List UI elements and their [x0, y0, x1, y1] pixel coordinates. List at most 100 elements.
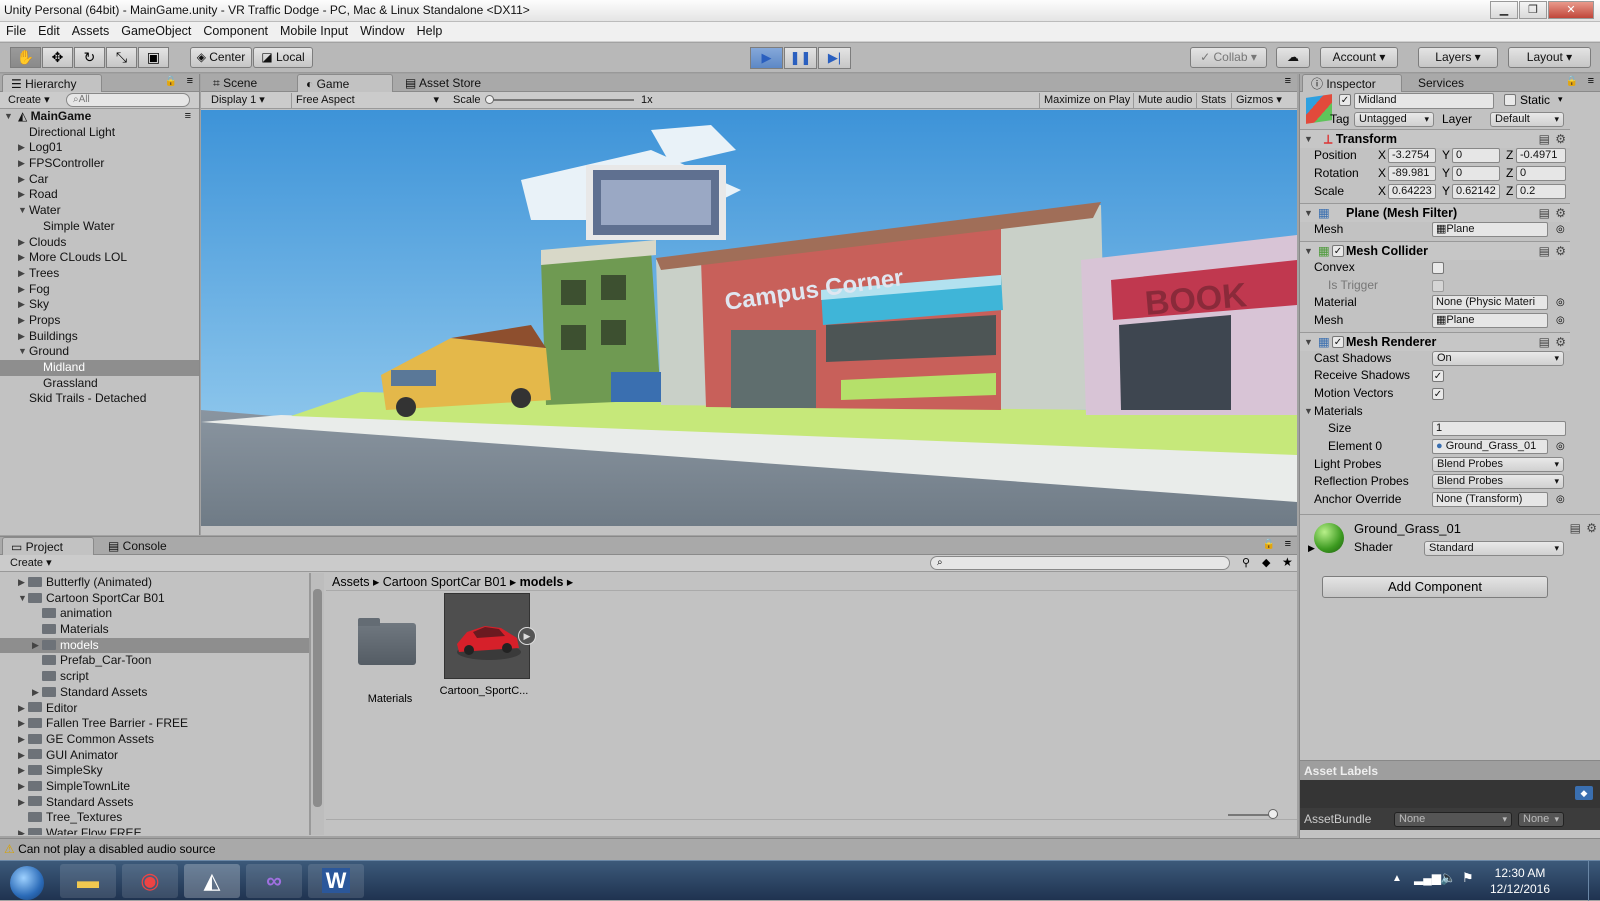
stats-toggle[interactable]: Stats — [1196, 93, 1230, 108]
panel-menu-icon[interactable]: ≡ — [1588, 75, 1594, 87]
hierarchy-item[interactable]: Midland — [0, 360, 199, 376]
menu-assets[interactable]: Assets — [66, 22, 116, 41]
expand-right-icon[interactable]: ▶ — [18, 313, 28, 329]
asset-bundle-dropdown[interactable]: None — [1394, 812, 1512, 827]
mute-audio-toggle[interactable]: Mute audio — [1133, 93, 1196, 108]
pivot-center-toggle[interactable]: ◈ Center — [190, 47, 252, 68]
project-folder-item[interactable]: ▶ Fallen Tree Barrier - FREE — [0, 716, 309, 732]
project-folder-item[interactable]: ▶ Editor — [0, 701, 309, 717]
clock[interactable]: 12:30 AM 12/12/2016 — [1480, 865, 1560, 897]
object-picker-icon[interactable]: ◎ — [1556, 438, 1565, 456]
active-checkbox[interactable]: ✓ — [1339, 94, 1351, 106]
hierarchy-item[interactable]: ▶ Sky — [0, 297, 199, 313]
show-desktop-button[interactable] — [1588, 861, 1600, 901]
rotation-y-field[interactable]: 0 — [1452, 166, 1500, 181]
rotate-tool-icon[interactable]: ↻ — [74, 47, 105, 68]
project-folder-item[interactable]: ▶ Standard Assets — [0, 795, 309, 811]
mesh-field[interactable]: ▦Plane — [1432, 222, 1548, 237]
asset-labels-header[interactable]: Asset Labels — [1300, 760, 1600, 780]
cloud-button[interactable]: ☁ — [1276, 47, 1310, 68]
layout-dropdown[interactable]: Layout ▾ — [1508, 47, 1591, 68]
close-button[interactable]: ✕ — [1548, 1, 1594, 19]
expand-down-icon[interactable]: ▼ — [18, 344, 28, 360]
expand-right-icon[interactable]: ▶ — [18, 266, 28, 282]
chrome-taskbar-button[interactable]: ◉ — [122, 864, 178, 898]
reflection-probes-dropdown[interactable]: Blend Probes — [1432, 474, 1564, 489]
project-search-input[interactable]: ⌕ — [930, 556, 1230, 570]
action-center-icon[interactable]: ⚑ — [1462, 870, 1474, 886]
expand-right-icon[interactable]: ▶ — [18, 250, 28, 266]
collab-dropdown[interactable]: ✓ Collab ▾ — [1190, 47, 1267, 68]
expand-right-icon[interactable]: ▶ — [18, 172, 28, 188]
project-folder-item[interactable]: ▶ GUI Animator — [0, 748, 309, 764]
expand-right-icon[interactable]: ▶ — [18, 826, 28, 835]
layer-dropdown[interactable]: Default — [1490, 112, 1564, 127]
visual-studio-taskbar-button[interactable]: ∞ — [246, 864, 302, 898]
gear-icon[interactable]: ⚙ — [1586, 521, 1597, 535]
breadcrumb-models[interactable]: models — [520, 575, 564, 589]
maximize-on-play-toggle[interactable]: Maximize on Play — [1039, 93, 1134, 108]
help-icon[interactable]: ▤ — [1570, 521, 1581, 535]
expand-down-icon[interactable]: ▼ — [18, 203, 28, 219]
tab-asset-store[interactable]: ▤ Asset Store — [397, 74, 507, 92]
expand-play-icon[interactable]: ▶ — [518, 627, 536, 645]
expand-right-icon[interactable]: ▶ — [18, 575, 28, 591]
collider-mesh-field[interactable]: ▦Plane — [1432, 313, 1548, 328]
position-y-field[interactable]: 0 — [1452, 148, 1500, 163]
restore-button[interactable]: ❐ — [1519, 1, 1547, 19]
rect-tool-icon[interactable]: ▣ — [138, 47, 169, 68]
project-folder-item[interactable]: ▶ SimpleTownLite — [0, 779, 309, 795]
add-component-button[interactable]: Add Component — [1322, 576, 1548, 598]
hierarchy-item[interactable]: ▶ Buildings — [0, 329, 199, 345]
asset-item-materials[interactable]: Materials — [352, 601, 436, 711]
expand-right-icon[interactable]: ▶ — [18, 140, 28, 156]
play-button[interactable]: ▶ — [750, 47, 783, 69]
display-dropdown[interactable]: Display 1 ▾ — [207, 93, 287, 108]
project-folder-item[interactable]: ▼ Cartoon SportCar B01 — [0, 591, 309, 607]
hierarchy-item[interactable]: Skid Trails - Detached — [0, 391, 199, 407]
label-tag-icon[interactable]: ◆ — [1575, 786, 1593, 800]
hierarchy-item[interactable]: ▼ Water — [0, 203, 199, 219]
hierarchy-item[interactable]: ▶ FPSController — [0, 156, 199, 172]
tab-services[interactable]: Services — [1410, 74, 1500, 92]
scale-x-field[interactable]: 0.64223 — [1388, 184, 1436, 199]
asset-item-cartoon-sportcar[interactable]: ▶ Cartoon_SportC... — [440, 593, 540, 703]
mesh-renderer-enabled-checkbox[interactable]: ✓ — [1332, 336, 1344, 348]
scale-z-field[interactable]: 0.2 — [1516, 184, 1566, 199]
hierarchy-item[interactable]: ▶ Trees — [0, 266, 199, 282]
hierarchy-create-button[interactable]: Create ▾ — [4, 93, 54, 108]
cast-shadows-dropdown[interactable]: On — [1432, 351, 1564, 366]
scene-menu-icon[interactable]: ≡ — [185, 109, 191, 125]
start-button[interactable] — [0, 864, 54, 900]
project-create-button[interactable]: Create ▾ — [6, 556, 56, 571]
panel-menu-icon[interactable]: ≡ — [1285, 75, 1291, 87]
light-probes-dropdown[interactable]: Blend Probes — [1432, 457, 1564, 472]
materials-size-field[interactable]: 1 — [1432, 421, 1566, 436]
expand-right-icon[interactable]: ▶ — [18, 282, 28, 298]
menu-help[interactable]: Help — [411, 22, 449, 41]
asset-bundle-variant-dropdown[interactable]: None — [1518, 812, 1564, 827]
expand-right-icon[interactable]: ▶ — [18, 187, 28, 203]
expand-right-icon[interactable]: ▶ — [1308, 543, 1315, 554]
hierarchy-item[interactable]: ▼ Ground — [0, 344, 199, 360]
expand-down-icon[interactable]: ▼ — [18, 591, 28, 607]
breadcrumb-assets[interactable]: Assets — [332, 575, 370, 589]
tab-game[interactable]: ◐ Game — [297, 74, 393, 92]
project-folder-item[interactable]: Materials — [0, 622, 309, 638]
mesh-renderer-header[interactable]: ▼ ▦ ✓ Mesh Renderer ▤ ⚙ — [1300, 332, 1570, 351]
project-folder-item[interactable]: ▶ Standard Assets — [0, 685, 309, 701]
tab-inspector[interactable]: ⓘ Inspector — [1302, 74, 1402, 92]
network-icon[interactable]: ▂▄▆ — [1414, 871, 1441, 885]
rotation-x-field[interactable]: -89.981 — [1388, 166, 1436, 181]
filter-type-icon[interactable]: ⚲ — [1242, 556, 1250, 569]
menu-gameobject[interactable]: GameObject — [115, 22, 197, 41]
expand-right-icon[interactable]: ▶ — [18, 235, 28, 251]
scale-y-field[interactable]: 0.62142 — [1452, 184, 1500, 199]
layers-dropdown[interactable]: Layers ▾ — [1418, 47, 1498, 68]
expand-right-icon[interactable]: ▶ — [18, 779, 28, 795]
gizmos-dropdown[interactable]: Gizmos ▾ — [1231, 93, 1286, 108]
hierarchy-item[interactable]: ▶ More CLouds LOL — [0, 250, 199, 266]
hierarchy-item[interactable]: ▶ Props — [0, 313, 199, 329]
hierarchy-item[interactable]: Grassland — [0, 376, 199, 392]
expand-right-icon[interactable]: ▶ — [18, 716, 28, 732]
